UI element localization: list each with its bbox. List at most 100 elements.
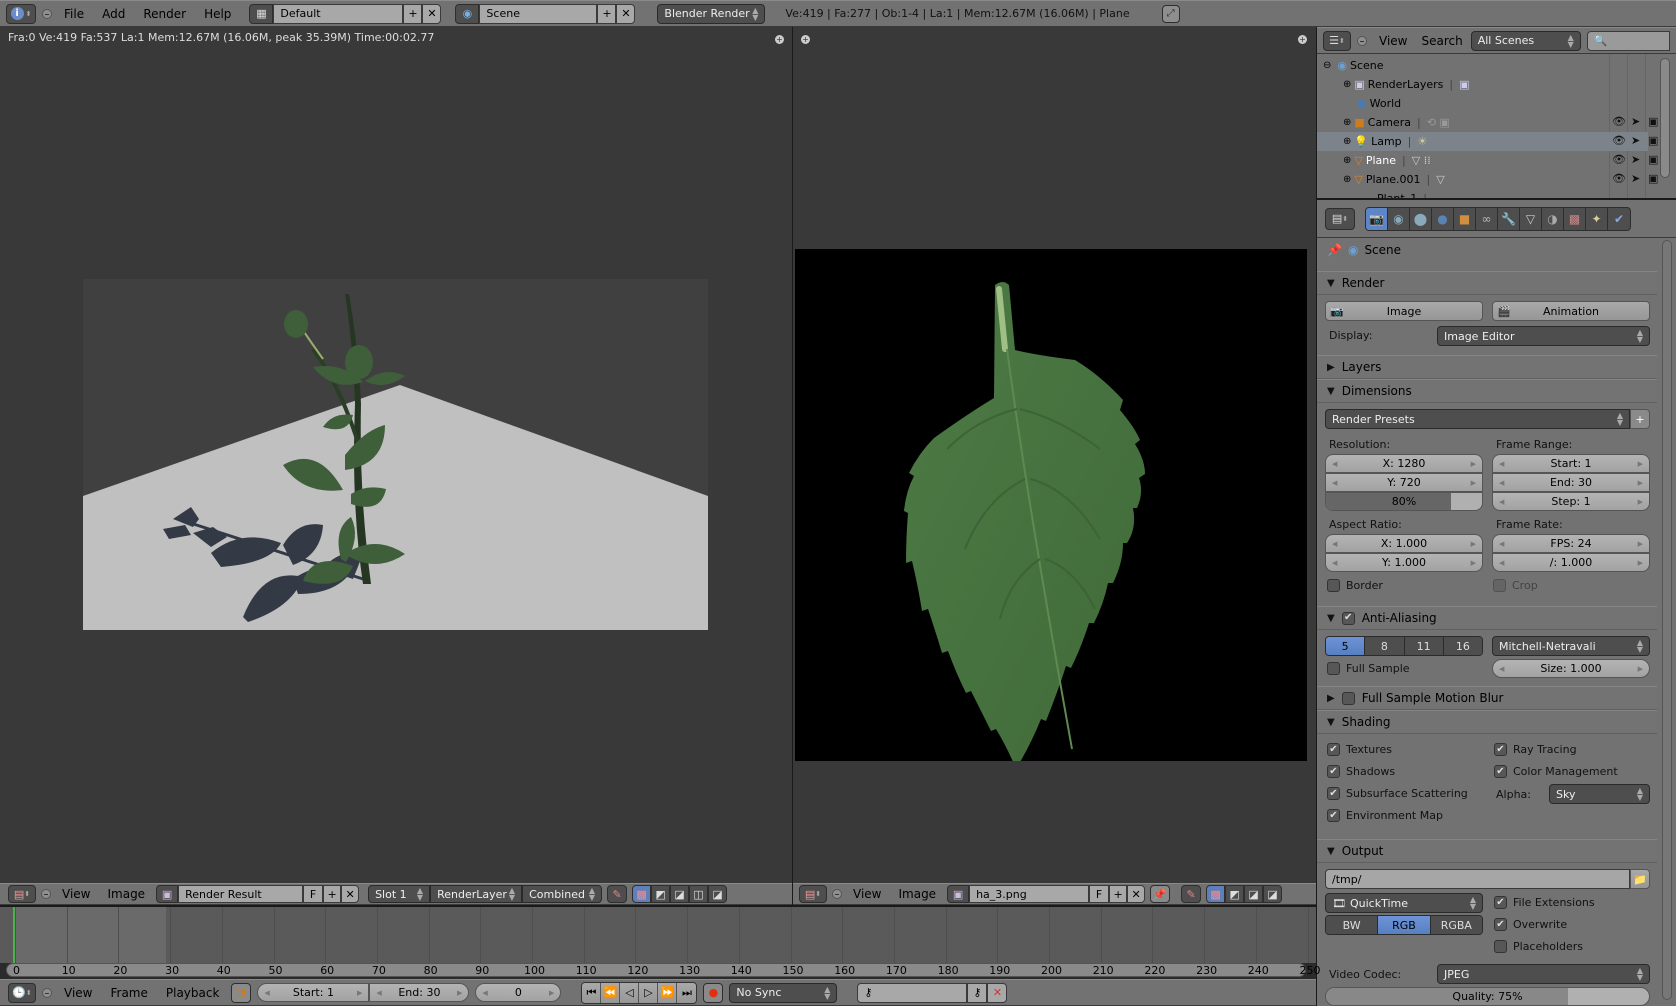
play-reverse-button[interactable]: ◁	[620, 982, 640, 1003]
resolution-percentage-slider[interactable]: 80%	[1325, 492, 1483, 511]
tab-particles[interactable]: ✦	[1586, 207, 1608, 230]
tab-data[interactable]: ▽	[1520, 207, 1542, 230]
overwrite-checkbox[interactable]: ✔ Overwrite	[1494, 918, 1567, 931]
fullscreen-toggle-button[interactable]: ⤢	[1161, 4, 1180, 23]
tab-render-layers[interactable]: ◉	[1388, 207, 1410, 230]
border-checkbox[interactable]: Border	[1327, 579, 1383, 592]
video-codec-dropdown[interactable]: JPEG ▲ ▼	[1437, 964, 1650, 984]
jump-next-keyframe-button[interactable]: ⏩	[658, 982, 678, 1003]
draw-rgb-button[interactable]: ◫	[689, 885, 709, 903]
select-cursor-icon[interactable]: ➤	[1631, 172, 1640, 185]
placeholders-checkbox[interactable]: Placeholders	[1494, 940, 1583, 953]
pin-image-button[interactable]: 📌	[1150, 885, 1171, 903]
resolution-y-field[interactable]: ◀ Y: 720 ▶	[1325, 473, 1483, 492]
tab-modifiers[interactable]: 🔧	[1498, 207, 1520, 230]
select-cursor-icon[interactable]: ➤	[1631, 153, 1640, 166]
tab-texture[interactable]: ▩	[1564, 207, 1586, 230]
sync-mode-dropdown[interactable]: No Sync ▲ ▼	[729, 982, 838, 1003]
subsurface-scattering-checkbox[interactable]: ✔ Subsurface Scattering	[1327, 787, 1468, 800]
ray-tracing-checkbox[interactable]: ✔ Ray Tracing	[1494, 743, 1577, 756]
keying-set-field[interactable]: ⚷	[857, 982, 968, 1003]
crop-checkbox[interactable]: Crop	[1493, 579, 1538, 592]
panel-render-header[interactable]: ▼ Render	[1317, 271, 1657, 295]
outliner-item-scene[interactable]: ⊖ ◉ Scene	[1317, 56, 1648, 75]
draw-alpha-only-button[interactable]: ◪	[708, 885, 728, 903]
outliner-item-lamp[interactable]: ⊕ 💡 Lamp | ☀	[1317, 132, 1648, 151]
panel-motion-blur-header[interactable]: ▶ Full Sample Motion Blur	[1317, 686, 1657, 710]
frame-step-field[interactable]: ◀ Step: 1 ▶	[1492, 492, 1650, 511]
panel-anti-aliasing-header[interactable]: ▼ ✔ Anti-Aliasing	[1317, 606, 1657, 630]
render-presets-dropdown[interactable]: Render Presets ▲ ▼	[1325, 409, 1630, 429]
panel-output-header[interactable]: ▼ Output	[1317, 839, 1657, 863]
current-frame-field[interactable]: ◀ 0 ▶	[475, 983, 562, 1002]
draw-alpha-button[interactable]: ◩	[651, 885, 671, 903]
panel-shading-header[interactable]: ▼ Shading	[1317, 710, 1657, 734]
menu-render[interactable]: Render	[137, 7, 192, 21]
delete-screen-button[interactable]: ✕	[422, 3, 442, 24]
color-mode-rgba[interactable]: RGBA	[1430, 916, 1482, 934]
scene-field[interactable]: Scene	[479, 3, 598, 24]
aspect-y-field[interactable]: ◀ Y: 1.000 ▶	[1325, 553, 1483, 572]
menu-view[interactable]: View	[58, 986, 98, 1000]
color-mode-bw[interactable]: BW	[1326, 916, 1379, 934]
color-management-checkbox[interactable]: ✔ Color Management	[1494, 765, 1618, 778]
expand-icon[interactable]: ⊕	[1343, 155, 1351, 166]
area-split-icon[interactable]: +	[1298, 35, 1307, 44]
paint-mode-button[interactable]: ✎	[607, 885, 628, 903]
jump-end-button[interactable]: ⏭	[677, 982, 697, 1003]
collapse-icon[interactable]: ⊖	[1323, 60, 1331, 71]
draw-image-button[interactable]: ▩	[632, 885, 652, 903]
draw-zbuffer-button[interactable]: ◪	[670, 885, 690, 903]
render-layer-dropdown[interactable]: RenderLayer ▲ ▼	[430, 885, 523, 903]
aspect-x-field[interactable]: ◀ X: 1.000 ▶	[1325, 534, 1483, 553]
play-button[interactable]: ▷	[639, 982, 659, 1003]
timeline-end-field[interactable]: ◀ End: 30 ▶	[369, 983, 470, 1002]
frame-start-field[interactable]: ◀ Start: 1 ▶	[1492, 454, 1650, 473]
visibility-eye-icon[interactable]: 👁	[1612, 115, 1626, 128]
browse-folder-button[interactable]: 📁	[1630, 869, 1650, 889]
area-split-icon[interactable]: +	[775, 35, 784, 44]
editor-type-properties-button[interactable]: ▤ ⬍	[1325, 207, 1355, 230]
visibility-eye-icon[interactable]: 👁	[1612, 134, 1626, 147]
aa-sample-8[interactable]: 8	[1365, 637, 1405, 655]
add-scene-button[interactable]: +	[597, 3, 617, 24]
render-engine-dropdown[interactable]: Blender Render ▲ ▼	[657, 3, 766, 24]
motion-blur-checkbox[interactable]	[1341, 691, 1355, 705]
outliner-scrollbar[interactable]	[1660, 58, 1670, 178]
full-sample-checkbox[interactable]: Full Sample	[1327, 662, 1410, 675]
collapse-menus-icon[interactable]	[832, 889, 842, 899]
aa-filter-size-field[interactable]: ◀ Size: 1.000 ▶	[1492, 659, 1650, 678]
browse-image-button[interactable]: ▣	[947, 885, 970, 903]
quality-slider[interactable]: Quality: 75%	[1325, 987, 1650, 1006]
area-split-icon[interactable]: +	[801, 35, 810, 44]
fake-user-button[interactable]: F	[303, 885, 324, 903]
aa-sample-11[interactable]: 11	[1404, 637, 1444, 655]
menu-image[interactable]: Image	[101, 887, 151, 901]
tab-physics[interactable]: ✔	[1608, 208, 1630, 230]
aa-sample-16[interactable]: 16	[1443, 637, 1482, 655]
render-camera-icon[interactable]: ▣	[1648, 115, 1658, 128]
environment-map-checkbox[interactable]: ✔ Environment Map	[1327, 809, 1443, 822]
jump-prev-keyframe-button[interactable]: ⏪	[601, 982, 621, 1003]
editor-type-info-button[interactable]: i ⬍	[6, 3, 36, 24]
delete-keyframe-button[interactable]: ✕	[987, 982, 1008, 1003]
render-camera-icon[interactable]: ▣	[1648, 172, 1658, 185]
editor-type-image-button[interactable]: ▤ ⬍	[799, 885, 827, 903]
tab-constraints[interactable]: ∞	[1476, 207, 1498, 230]
menu-view[interactable]: View	[1373, 34, 1413, 48]
tab-scene[interactable]: ⬤	[1410, 207, 1432, 230]
unlink-image-button[interactable]: ✕	[1127, 885, 1146, 903]
add-screen-button[interactable]: +	[403, 3, 423, 24]
unlink-image-button[interactable]: ✕	[341, 885, 360, 903]
expand-icon[interactable]: ⊕	[1343, 79, 1351, 90]
render-animation-button[interactable]: 🎬 Animation	[1492, 301, 1650, 321]
frame-end-field[interactable]: ◀ End: 30 ▶	[1492, 473, 1650, 492]
slot-dropdown[interactable]: Slot 1 ▲ ▼	[368, 885, 431, 903]
tab-world[interactable]: ●	[1432, 207, 1454, 230]
properties-scrollbar[interactable]	[1662, 240, 1672, 1000]
outliner-display-mode-dropdown[interactable]: All Scenes ▲ ▼	[1470, 30, 1581, 51]
image-name-field[interactable]: Render Result	[178, 885, 304, 903]
screen-layout-field[interactable]: Default	[273, 3, 404, 24]
draw-alpha-only-button[interactable]: ◪	[1263, 885, 1283, 903]
render-image-button[interactable]: 📷 Image	[1325, 301, 1483, 321]
